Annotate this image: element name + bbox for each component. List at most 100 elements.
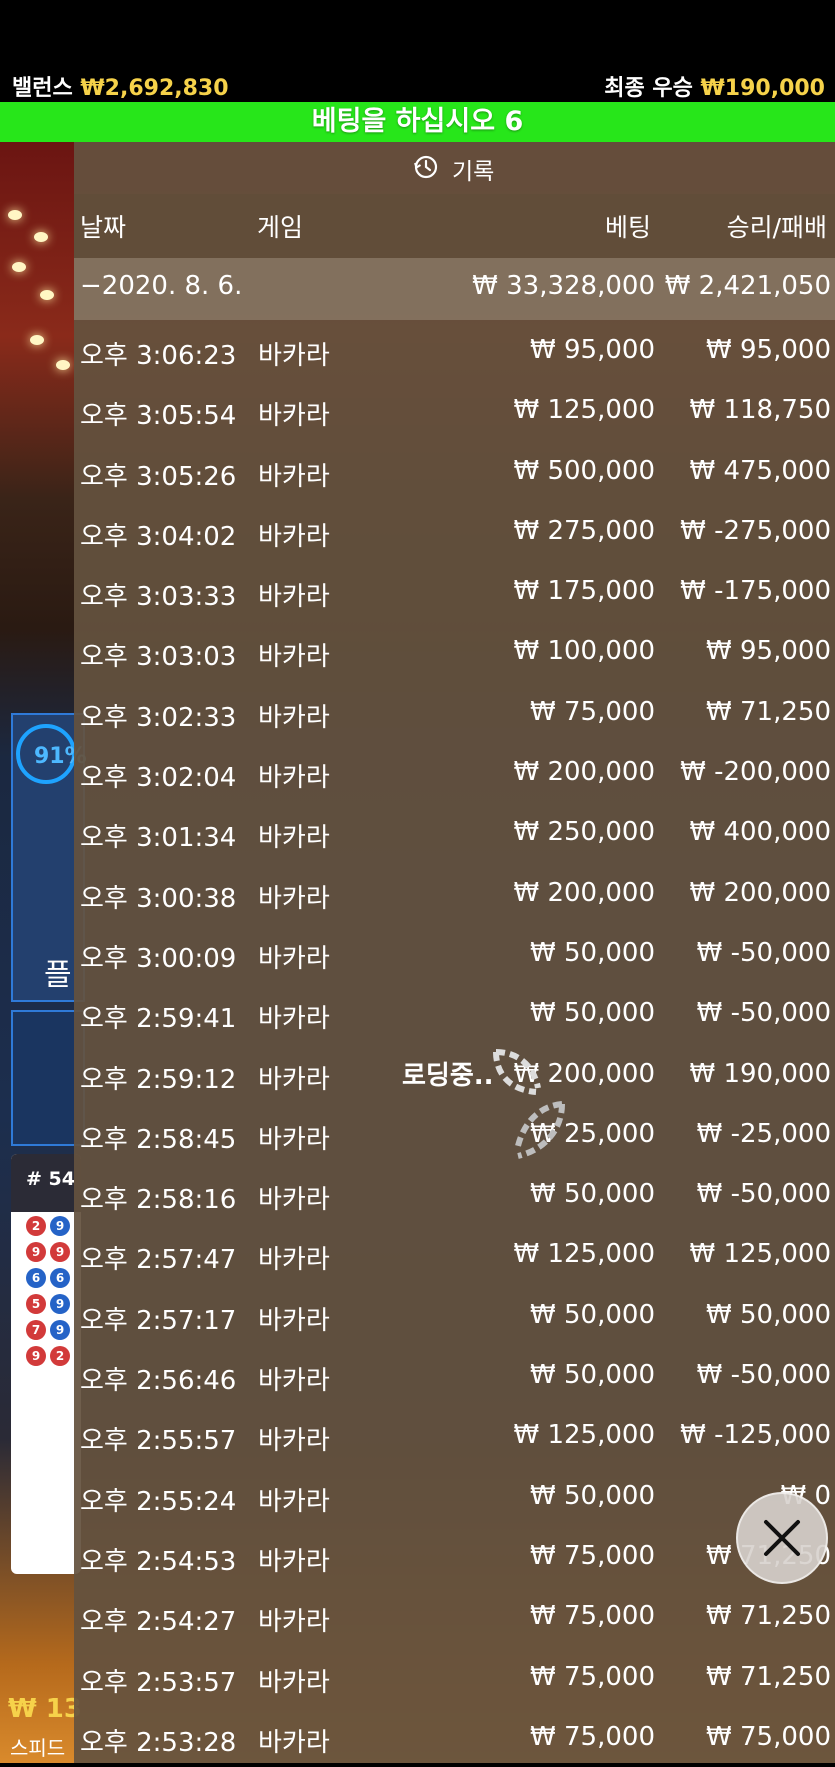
loading-spinner-icon [493, 1049, 565, 1159]
history-row-winloss: ₩ 75,000 [706, 1721, 831, 1752]
history-row[interactable]: 오후 2:54:53바카라₩ 75,000₩ 71,250 [74, 1526, 835, 1586]
history-row-game: 바카라 [258, 1185, 330, 1216]
best-win-value: ₩190,000 [700, 76, 825, 101]
history-row-time: 오후 2:58:45 [80, 1124, 237, 1155]
history-row-time: 오후 2:57:17 [80, 1305, 237, 1336]
history-row-time: 오후 2:59:41 [80, 1004, 237, 1035]
history-row-winloss: ₩ 200,000 [689, 877, 832, 908]
history-row-game: 바카라 [258, 1124, 330, 1155]
lamp-decoration [12, 262, 26, 272]
column-date: 날짜 [80, 213, 127, 242]
history-row-game: 바카라 [258, 1305, 330, 1336]
history-row-bet: ₩ 125,000 [513, 395, 656, 426]
history-row-game: 바카라 [258, 461, 330, 492]
history-row-game: 바카라 [258, 1727, 330, 1758]
history-row-game: 바카라 [258, 1426, 330, 1457]
history-row-winloss: ₩ -125,000 [680, 1420, 831, 1451]
history-row-game: 바카라 [258, 1667, 330, 1698]
history-row-winloss: ₩ -275,000 [680, 515, 831, 546]
history-row-winloss: ₩ -25,000 [696, 1118, 831, 1149]
bet-panel-label: 플 [44, 958, 72, 993]
roadmap [11, 1154, 81, 1574]
balance: 밸런스 ₩2,692,830 [12, 70, 229, 102]
history-row-bet: ₩ 75,000 [530, 696, 655, 727]
history-row[interactable]: 오후 2:55:24 바카라 ₩ 50,000 ₩ 0 [74, 1466, 835, 1526]
history-title: 기록 [452, 159, 495, 185]
history-row[interactable]: 오후 3:05:26 바카라 ₩ 500,000 ₩ 475,000 [74, 441, 835, 501]
roadmap-bead: 7 [26, 1320, 46, 1340]
column-bet: 베팅 [604, 213, 651, 242]
history-row-winloss: ₩ 475,000 [689, 455, 832, 486]
history-row-game: 바카라 [258, 1366, 330, 1397]
history-row[interactable]: 오후 2:57:47 바카라 ₩ 125,000 ₩ 125,000 [74, 1224, 835, 1284]
history-row-time: 오후 3:00:38 [80, 883, 237, 914]
history-row-game: 바카라 [258, 883, 330, 914]
history-row-winloss: ₩ 71,250 [706, 696, 831, 727]
history-row-game: 바카라 [258, 642, 330, 673]
history-row-winloss: ₩ -200,000 [680, 757, 831, 788]
history-row-winloss: ₩ 95,000 [706, 335, 831, 365]
balance-value: ₩2,692,830 [80, 76, 229, 101]
history-row-bet: ₩ 50,000 [530, 1179, 655, 1210]
history-row-time: 오후 2:54:53 [80, 1546, 237, 1577]
history-row-game: 바카라 [258, 582, 330, 613]
history-row-time: 오후 2:53:28 [80, 1727, 237, 1758]
history-row-winloss: ₩ 190,000 [689, 1058, 832, 1089]
history-row-winloss: ₩ -50,000 [696, 998, 831, 1029]
history-row-time: 오후 3:04:02 [80, 521, 237, 552]
history-row-time: 오후 3:00:09 [80, 943, 237, 974]
history-row[interactable]: 오후 2:57:17 바카라 ₩ 50,000 ₩ 50,000 [74, 1285, 835, 1345]
history-row[interactable]: 오후 3:03:33 바카라 ₩ 175,000 ₩ -175,000 [74, 561, 835, 621]
history-row[interactable]: 오후 2:53:28 바카라 ₩ 75,000 ₩ 75,000 [74, 1707, 835, 1767]
date-group-row[interactable]: −2020. 8. 6. ₩ 33,328,000 ₩ 2,421,050 [74, 258, 835, 320]
history-row[interactable]: 오후 2:56:46 바카라 ₩ 50,000 ₩ -50,000 [74, 1345, 835, 1405]
history-row[interactable]: 오후 2:58:45 바카라 ₩ 25,000 ₩ -25,000 [74, 1104, 835, 1164]
history-row-time: 오후 3:05:26 [80, 461, 237, 492]
roadmap-bead: 9 [50, 1320, 70, 1340]
history-row-time: 오후 2:55:57 [80, 1426, 237, 1457]
history-row[interactable]: 오후 3:02:04 바카라 ₩ 200,000 ₩ -200,000 [74, 742, 835, 802]
history-row[interactable]: 오후 2:59:41 바카라 ₩ 50,000 ₩ -50,000 [74, 983, 835, 1043]
history-row-bet: ₩ 95,000 [530, 335, 655, 365]
history-row-bet: ₩ 75,000 [530, 1661, 655, 1692]
history-row[interactable]: 오후 3:04:02 바카라 ₩ 275,000 ₩ -275,000 [74, 501, 835, 561]
history-row[interactable]: 오후 3:00:09 바카라 ₩ 50,000 ₩ -50,000 [74, 923, 835, 983]
history-row-bet: ₩ 175,000 [513, 576, 656, 607]
history-row[interactable]: 오후 3:03:03 바카라 ₩ 100,000 ₩ 95,000 [74, 621, 835, 681]
history-row-game: 바카라 [258, 521, 330, 552]
history-row-game: 바카라 [258, 401, 330, 432]
history-row[interactable]: 오후 2:55:57 바카라 ₩ 125,000 ₩ -125,000 [74, 1405, 835, 1465]
history-row-game: 바카라 [258, 1546, 330, 1577]
top-status-bar: 밸런스 ₩2,692,830 최종 우승 ₩190,000 [0, 0, 835, 102]
history-row-time: 오후 2:58:16 [80, 1185, 237, 1216]
history-row-bet: ₩ 125,000 [513, 1420, 656, 1451]
lamp-decoration [30, 335, 44, 345]
bet-prompt-bar: 베팅을 하십시오 6 [0, 102, 835, 142]
history-row-time: 오후 3:02:33 [80, 702, 237, 733]
history-row[interactable]: 오후 3:00:38 바카라 ₩ 200,000 ₩ 200,000 [74, 863, 835, 923]
history-row-game: 바카라 [258, 763, 330, 794]
history-row[interactable]: 오후 3:02:33 바카라 ₩ 75,000 ₩ 71,250 [74, 682, 835, 742]
history-row[interactable]: 오후 3:06:23 바카라 ₩ 95,000 ₩ 95,000 [74, 320, 835, 380]
history-row-time: 오후 2:57:47 [80, 1245, 237, 1276]
history-row[interactable]: 오후 2:53:57 바카라 ₩ 75,000 ₩ 71,250 [74, 1647, 835, 1707]
bottom-amount: ₩ 13 [8, 1694, 82, 1724]
history-row[interactable]: 오후 3:05:54 바카라 ₩ 125,000 ₩ 118,750 [74, 380, 835, 440]
history-row-time: 오후 2:53:57 [80, 1667, 237, 1698]
roadmap-bead: 2 [50, 1346, 70, 1366]
history-row-time: 오후 2:55:24 [80, 1486, 237, 1517]
history-row-game: 바카라 [258, 1245, 330, 1276]
history-row-bet: ₩ 200,000 [513, 757, 656, 788]
date-group-date: −2020. 8. 6. [80, 271, 243, 301]
history-row-time: 오후 3:06:23 [80, 341, 237, 371]
history-row[interactable]: 오후 2:54:27 바카라 ₩ 75,000 ₩ 71,250 [74, 1586, 835, 1646]
history-row-winloss: ₩ -50,000 [696, 937, 831, 968]
date-group-bet-total: ₩ 33,328,000 [472, 271, 655, 301]
date-group-winloss-total: ₩ 2,421,050 [664, 271, 831, 301]
history-row[interactable]: 오후 2:58:16 바카라 ₩ 50,000 ₩ -50,000 [74, 1164, 835, 1224]
close-button[interactable] [736, 1492, 828, 1584]
history-panel: 기록 날짜 게임 베팅 승리/패배 −2020. 8. 6. ₩ 33,328,… [74, 142, 835, 1763]
history-row[interactable]: 오후 3:01:34 바카라 ₩ 250,000 ₩ 400,000 [74, 802, 835, 862]
roadmap-bead: 9 [26, 1242, 46, 1262]
history-row-winloss: ₩ 71,250 [706, 1601, 831, 1632]
